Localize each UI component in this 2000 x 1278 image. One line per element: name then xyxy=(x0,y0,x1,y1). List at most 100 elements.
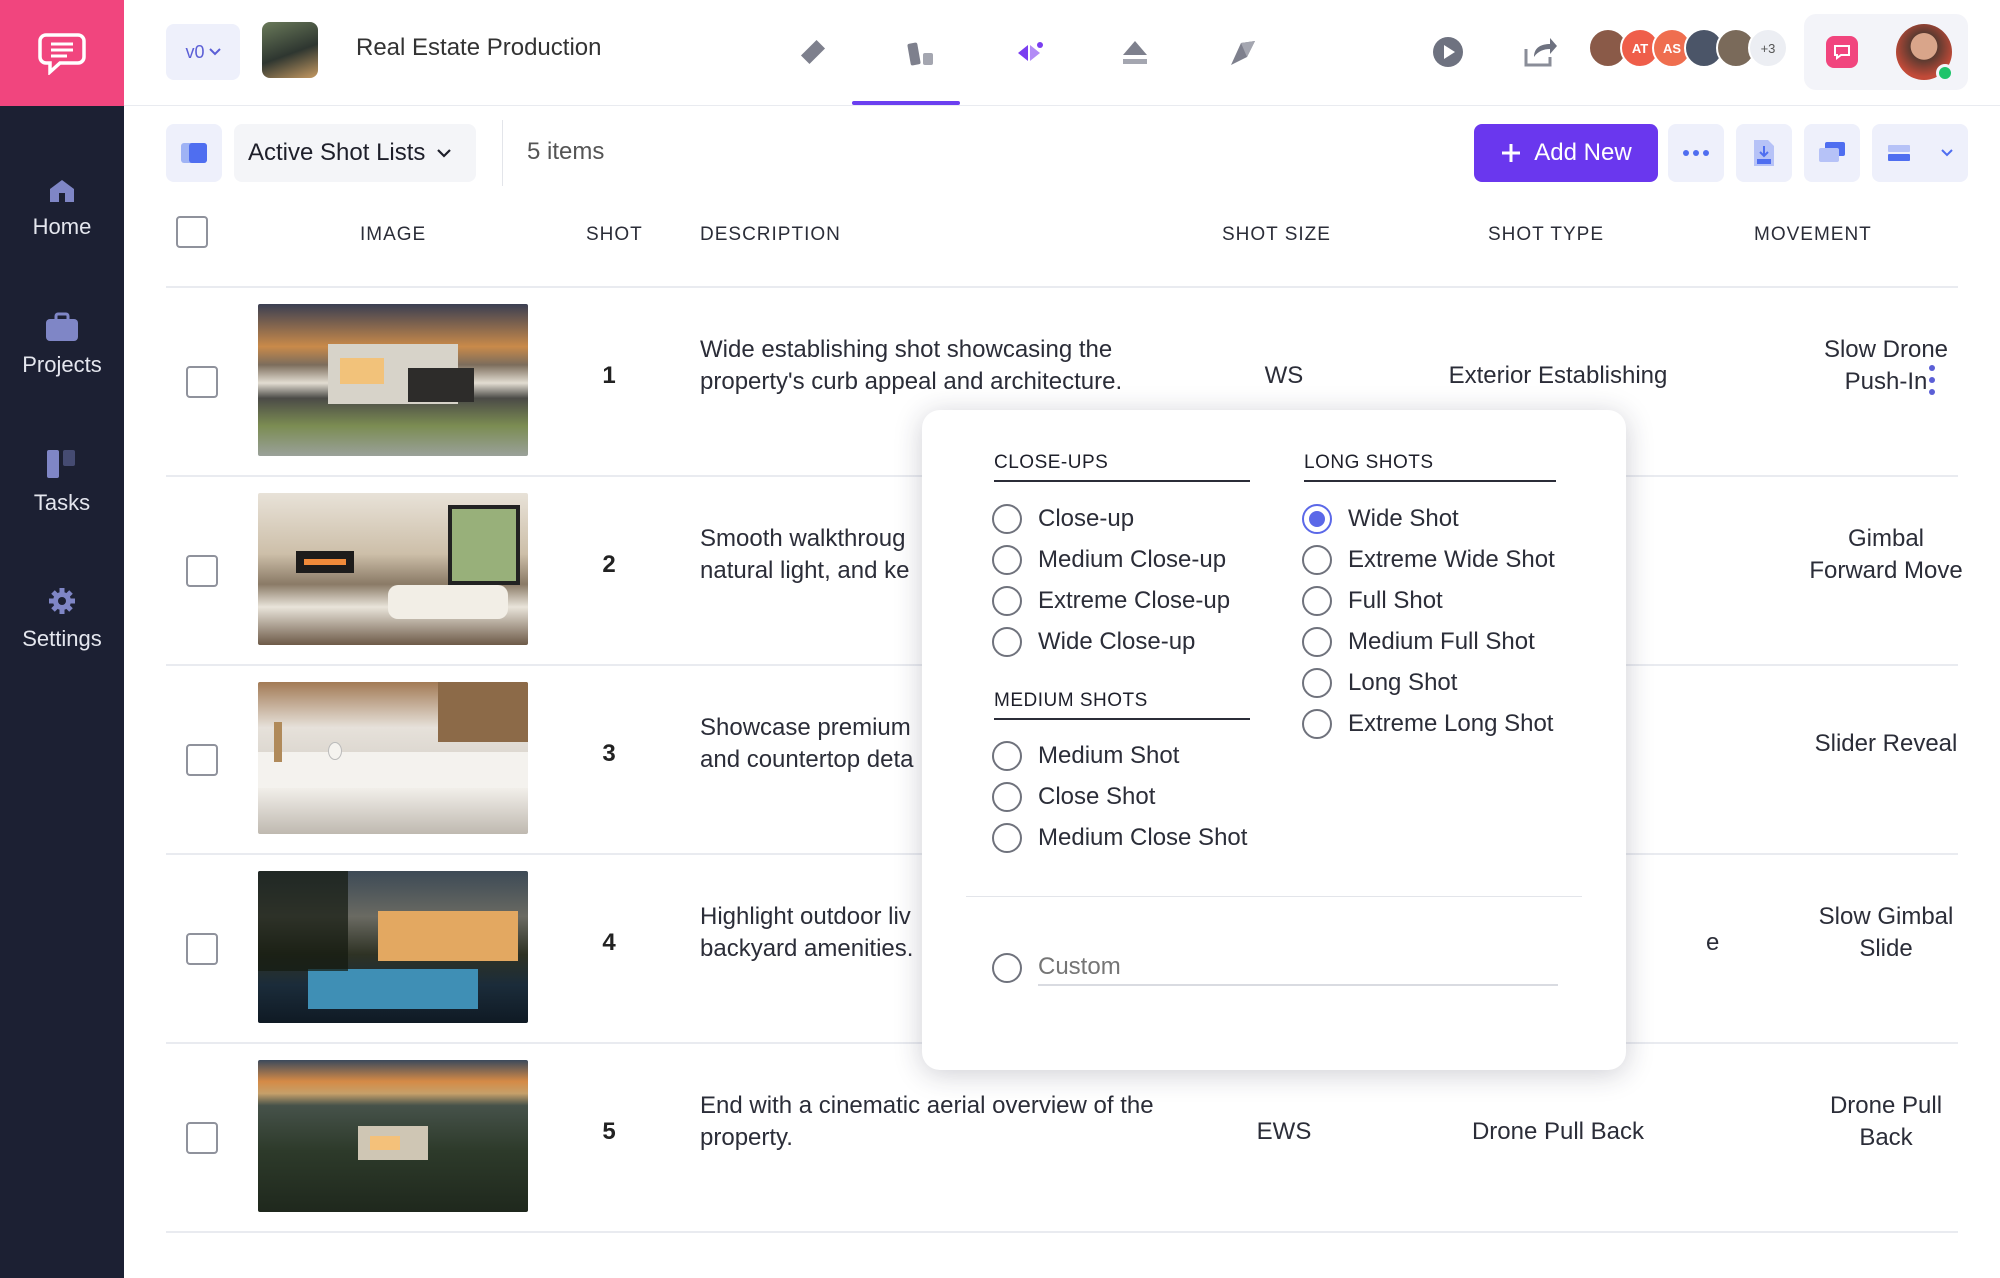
radio-button[interactable] xyxy=(1302,586,1332,616)
list-toolbar: Active Shot Lists 5 items Add New xyxy=(124,106,2000,196)
sidebar-item-label: Projects xyxy=(22,352,102,377)
toggle-panel-button[interactable] xyxy=(166,124,222,182)
more-avatars-count: +3 xyxy=(1748,28,1788,68)
briefcase-icon xyxy=(46,312,78,341)
radio-button[interactable] xyxy=(992,782,1022,812)
movement-cell[interactable]: Drone Pull Back xyxy=(1736,1090,2000,1154)
column-header-description[interactable]: DESCRIPTION xyxy=(700,224,841,246)
chat-button[interactable] xyxy=(1826,36,1858,68)
row-checkbox[interactable] xyxy=(186,555,218,587)
row-checkbox[interactable] xyxy=(186,1122,218,1154)
shot-type-cell[interactable]: Drone Pull Back xyxy=(1408,1118,1708,1146)
sidebar-item-home[interactable]: Home xyxy=(0,178,124,240)
shot-number: 2 xyxy=(602,551,616,578)
shot-image[interactable] xyxy=(258,304,528,456)
comments-button[interactable] xyxy=(1804,124,1860,182)
present-button[interactable] xyxy=(1424,28,1472,76)
sidebar-item-tasks[interactable]: Tasks xyxy=(0,448,124,516)
view-options-dropdown[interactable] xyxy=(1872,124,1968,182)
sidebar-item-projects[interactable]: Projects xyxy=(0,312,124,378)
option-extreme-close-up[interactable]: Extreme Close-up xyxy=(992,586,1230,616)
project-thumbnail[interactable] xyxy=(262,22,318,78)
column-header-shot-size[interactable]: SHOT SIZE xyxy=(1222,224,1331,246)
shot-image[interactable] xyxy=(258,871,528,1023)
option-close-shot[interactable]: Close Shot xyxy=(992,782,1155,812)
option-wide-close-up[interactable]: Wide Close-up xyxy=(992,627,1195,657)
movement-cell[interactable]: Slow Drone Push-In xyxy=(1736,334,2000,398)
tab-breakdown[interactable] xyxy=(868,26,974,80)
row-checkbox[interactable] xyxy=(186,366,218,398)
radio-button[interactable] xyxy=(1302,709,1332,739)
shot-description[interactable]: End with a cinematic aerial overview of … xyxy=(700,1090,1180,1154)
tab-storyboard[interactable] xyxy=(1082,26,1188,80)
radio-button[interactable] xyxy=(1302,545,1332,575)
table-row[interactable]: 5 End with a cinematic aerial overview o… xyxy=(166,1044,1958,1233)
custom-shot-size-input[interactable] xyxy=(1038,950,1558,986)
share-icon xyxy=(1524,38,1557,67)
radio-button[interactable] xyxy=(992,741,1022,771)
tab-schedule[interactable] xyxy=(1190,26,1296,80)
group-heading-medium-shots: MEDIUM SHOTS xyxy=(994,690,1250,720)
shot-list-icon xyxy=(1018,42,1043,61)
add-new-button[interactable]: Add New xyxy=(1474,124,1658,182)
shot-type-cell[interactable]: Exterior Establishing xyxy=(1408,362,1708,390)
play-icon xyxy=(1433,37,1463,67)
option-extreme-wide-shot[interactable]: Extreme Wide Shot xyxy=(1302,545,1555,575)
plus-icon xyxy=(1502,144,1521,162)
app-logo[interactable] xyxy=(0,0,124,106)
movement-cell[interactable]: Slider Reveal xyxy=(1736,728,2000,760)
option-medium-close-up[interactable]: Medium Close-up xyxy=(992,545,1226,575)
option-close-up[interactable]: Close-up xyxy=(992,504,1134,534)
shot-image[interactable] xyxy=(258,493,528,645)
option-medium-shot[interactable]: Medium Shot xyxy=(992,741,1179,771)
column-header-shot-type[interactable]: SHOT TYPE xyxy=(1488,224,1604,246)
version-selector[interactable]: v0 xyxy=(166,24,240,80)
collaborator-avatars[interactable]: AT AS +3 xyxy=(1588,28,1788,74)
radio-button[interactable] xyxy=(1302,668,1332,698)
tab-script[interactable] xyxy=(762,26,868,80)
shot-size-cell[interactable]: WS xyxy=(1224,362,1344,390)
more-options-button[interactable] xyxy=(1668,124,1724,182)
shot-description[interactable]: Wide establishing shot showcasing the pro… xyxy=(700,334,1180,398)
movement-cell[interactable]: Gimbal Forward Move xyxy=(1736,523,2000,587)
row-menu-icon[interactable] xyxy=(1928,364,1936,396)
column-header-movement[interactable]: MOVEMENT xyxy=(1754,224,1872,246)
tasks-icon xyxy=(47,450,75,478)
radio-button[interactable] xyxy=(1302,627,1332,657)
chevron-down-icon xyxy=(1941,149,1953,157)
radio-button[interactable] xyxy=(992,545,1022,575)
option-long-shot[interactable]: Long Shot xyxy=(1302,668,1457,698)
sidebar-item-settings[interactable]: Settings xyxy=(0,586,124,652)
column-header-shot[interactable]: SHOT xyxy=(586,224,643,246)
shot-list-selector[interactable]: Active Shot Lists xyxy=(234,124,476,182)
option-medium-close-shot[interactable]: Medium Close Shot xyxy=(992,823,1247,853)
row-checkbox[interactable] xyxy=(186,933,218,965)
radio-button[interactable] xyxy=(992,504,1022,534)
option-extreme-long-shot[interactable]: Extreme Long Shot xyxy=(1302,709,1553,739)
shot-number: 3 xyxy=(602,740,616,767)
tab-shot-list[interactable] xyxy=(976,26,1082,80)
select-all-checkbox[interactable] xyxy=(176,216,208,248)
chevron-down-icon xyxy=(208,48,221,56)
option-custom[interactable] xyxy=(992,950,1558,986)
top-bar: v0 Real Estate Production AT AS +3 xyxy=(124,0,2000,106)
chat-logo-icon xyxy=(38,33,86,75)
option-full-shot[interactable]: Full Shot xyxy=(1302,586,1443,616)
row-checkbox[interactable] xyxy=(186,744,218,776)
option-medium-full-shot[interactable]: Medium Full Shot xyxy=(1302,627,1535,657)
radio-button[interactable] xyxy=(992,627,1022,657)
option-wide-shot[interactable]: Wide Shot xyxy=(1302,504,1459,534)
project-title[interactable]: Real Estate Production xyxy=(356,34,601,62)
radio-button[interactable] xyxy=(992,823,1022,853)
radio-button-selected[interactable] xyxy=(1302,504,1332,534)
radio-button[interactable] xyxy=(992,953,1022,983)
radio-button[interactable] xyxy=(992,586,1022,616)
column-header-image[interactable]: IMAGE xyxy=(360,224,426,246)
movement-cell[interactable]: Slow Gimbal Slide xyxy=(1736,901,2000,965)
shot-image[interactable] xyxy=(258,682,528,834)
export-pdf-button[interactable] xyxy=(1736,124,1792,182)
share-button[interactable] xyxy=(1516,28,1564,76)
sidebar-item-label: Settings xyxy=(22,626,102,651)
shot-size-cell[interactable]: EWS xyxy=(1224,1118,1344,1146)
shot-image[interactable] xyxy=(258,1060,528,1212)
